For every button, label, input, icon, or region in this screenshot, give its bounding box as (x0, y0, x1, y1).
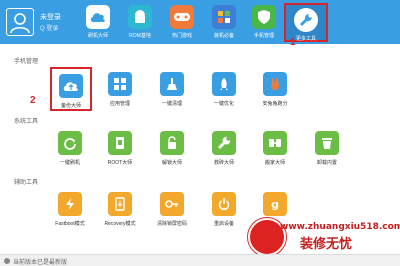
watermark-text: 装修无忧 (300, 237, 353, 252)
moving-master-button[interactable]: 搬家大师 (255, 131, 295, 166)
wrench-icon (212, 131, 236, 155)
g-icon: g (263, 192, 287, 216)
root-master-button[interactable]: ROOT大师 (100, 131, 140, 166)
annotation-number-2: 2 (30, 95, 36, 106)
nav-tab-hot-games[interactable]: 热门游戏 (162, 2, 202, 42)
annotation-number-1: 1 (290, 37, 296, 48)
wrench-icon (294, 8, 318, 32)
rocket-icon (212, 72, 236, 96)
nav-tab-rom-base[interactable]: ROM基地 (120, 2, 160, 42)
unlock-icon (160, 131, 184, 155)
nav-tab-phone-manager[interactable]: 手机管理 (244, 2, 284, 42)
bunny-icon (263, 72, 287, 96)
shield-icon (252, 5, 276, 29)
cloud-upload-icon (59, 74, 83, 98)
grid-icon (108, 72, 132, 96)
user-profile[interactable]: 未登录 Q 登录 (4, 4, 86, 40)
gamepad-icon (170, 5, 194, 29)
login-link[interactable]: Q 登录 (40, 23, 58, 32)
user-icon (10, 13, 30, 34)
svg-text:g: g (271, 198, 279, 211)
info-icon (4, 258, 10, 264)
avatar[interactable] (6, 8, 34, 36)
clear-lock-password-button[interactable]: 清除锁屏密码 (152, 192, 192, 227)
top-navigation-bar: 未登录 Q 登录 刷机大师 ROM基地 热门游戏 装机必备 手机管理 更多工具 (0, 0, 400, 44)
apps-icon (212, 5, 236, 29)
section-title-system-tools: 系统工具 (14, 119, 39, 125)
refresh-icon (58, 131, 82, 155)
username: 未登录 (40, 14, 61, 21)
app-manager-button[interactable]: 应用管理 (100, 72, 140, 107)
status-bar: 当前版本已是最新版 (0, 254, 400, 266)
lightning-icon (58, 192, 82, 216)
backup-master-button[interactable]: 备份大师 (50, 67, 92, 111)
cloud-icon (86, 5, 110, 29)
phone-icon (108, 192, 132, 216)
android-icon (128, 5, 152, 29)
fastboot-mode-button[interactable]: Fastboot模式 (50, 192, 90, 227)
recovery-mode-button[interactable]: Recovery模式 (100, 192, 140, 227)
power-icon (212, 192, 236, 216)
one-click-optimize-button[interactable]: 一键优化 (204, 72, 244, 107)
root-icon (108, 131, 132, 155)
status-text: 当前版本已是最新版 (13, 260, 68, 266)
move-icon (263, 131, 287, 155)
antutu-benchmark-button[interactable]: 安兔兔跑分 (255, 72, 295, 107)
one-click-flash-button[interactable]: 一键刷机 (50, 131, 90, 166)
watermark-url: www.zhuangxiu518.com (280, 222, 400, 232)
trash-icon (315, 131, 339, 155)
one-click-clean-button[interactable]: 一键清理 (152, 72, 192, 107)
nav-tab-flash-master[interactable]: 刷机大师 (78, 2, 118, 42)
section-title-phone-management: 手机管理 (14, 59, 39, 65)
key-icon (160, 192, 184, 216)
reboot-device-button[interactable]: 重启设备 (204, 192, 244, 227)
unlock-master-button[interactable]: 解锁大师 (152, 131, 192, 166)
section-title-auxiliary-tools: 辅助工具 (14, 180, 39, 186)
broom-icon (160, 72, 184, 96)
uninstall-builtin-button[interactable]: 卸载内置 (307, 131, 347, 166)
brick-rescue-button[interactable]: 救砖大师 (204, 131, 244, 166)
nav-tab-essentials[interactable]: 装机必备 (204, 2, 244, 42)
